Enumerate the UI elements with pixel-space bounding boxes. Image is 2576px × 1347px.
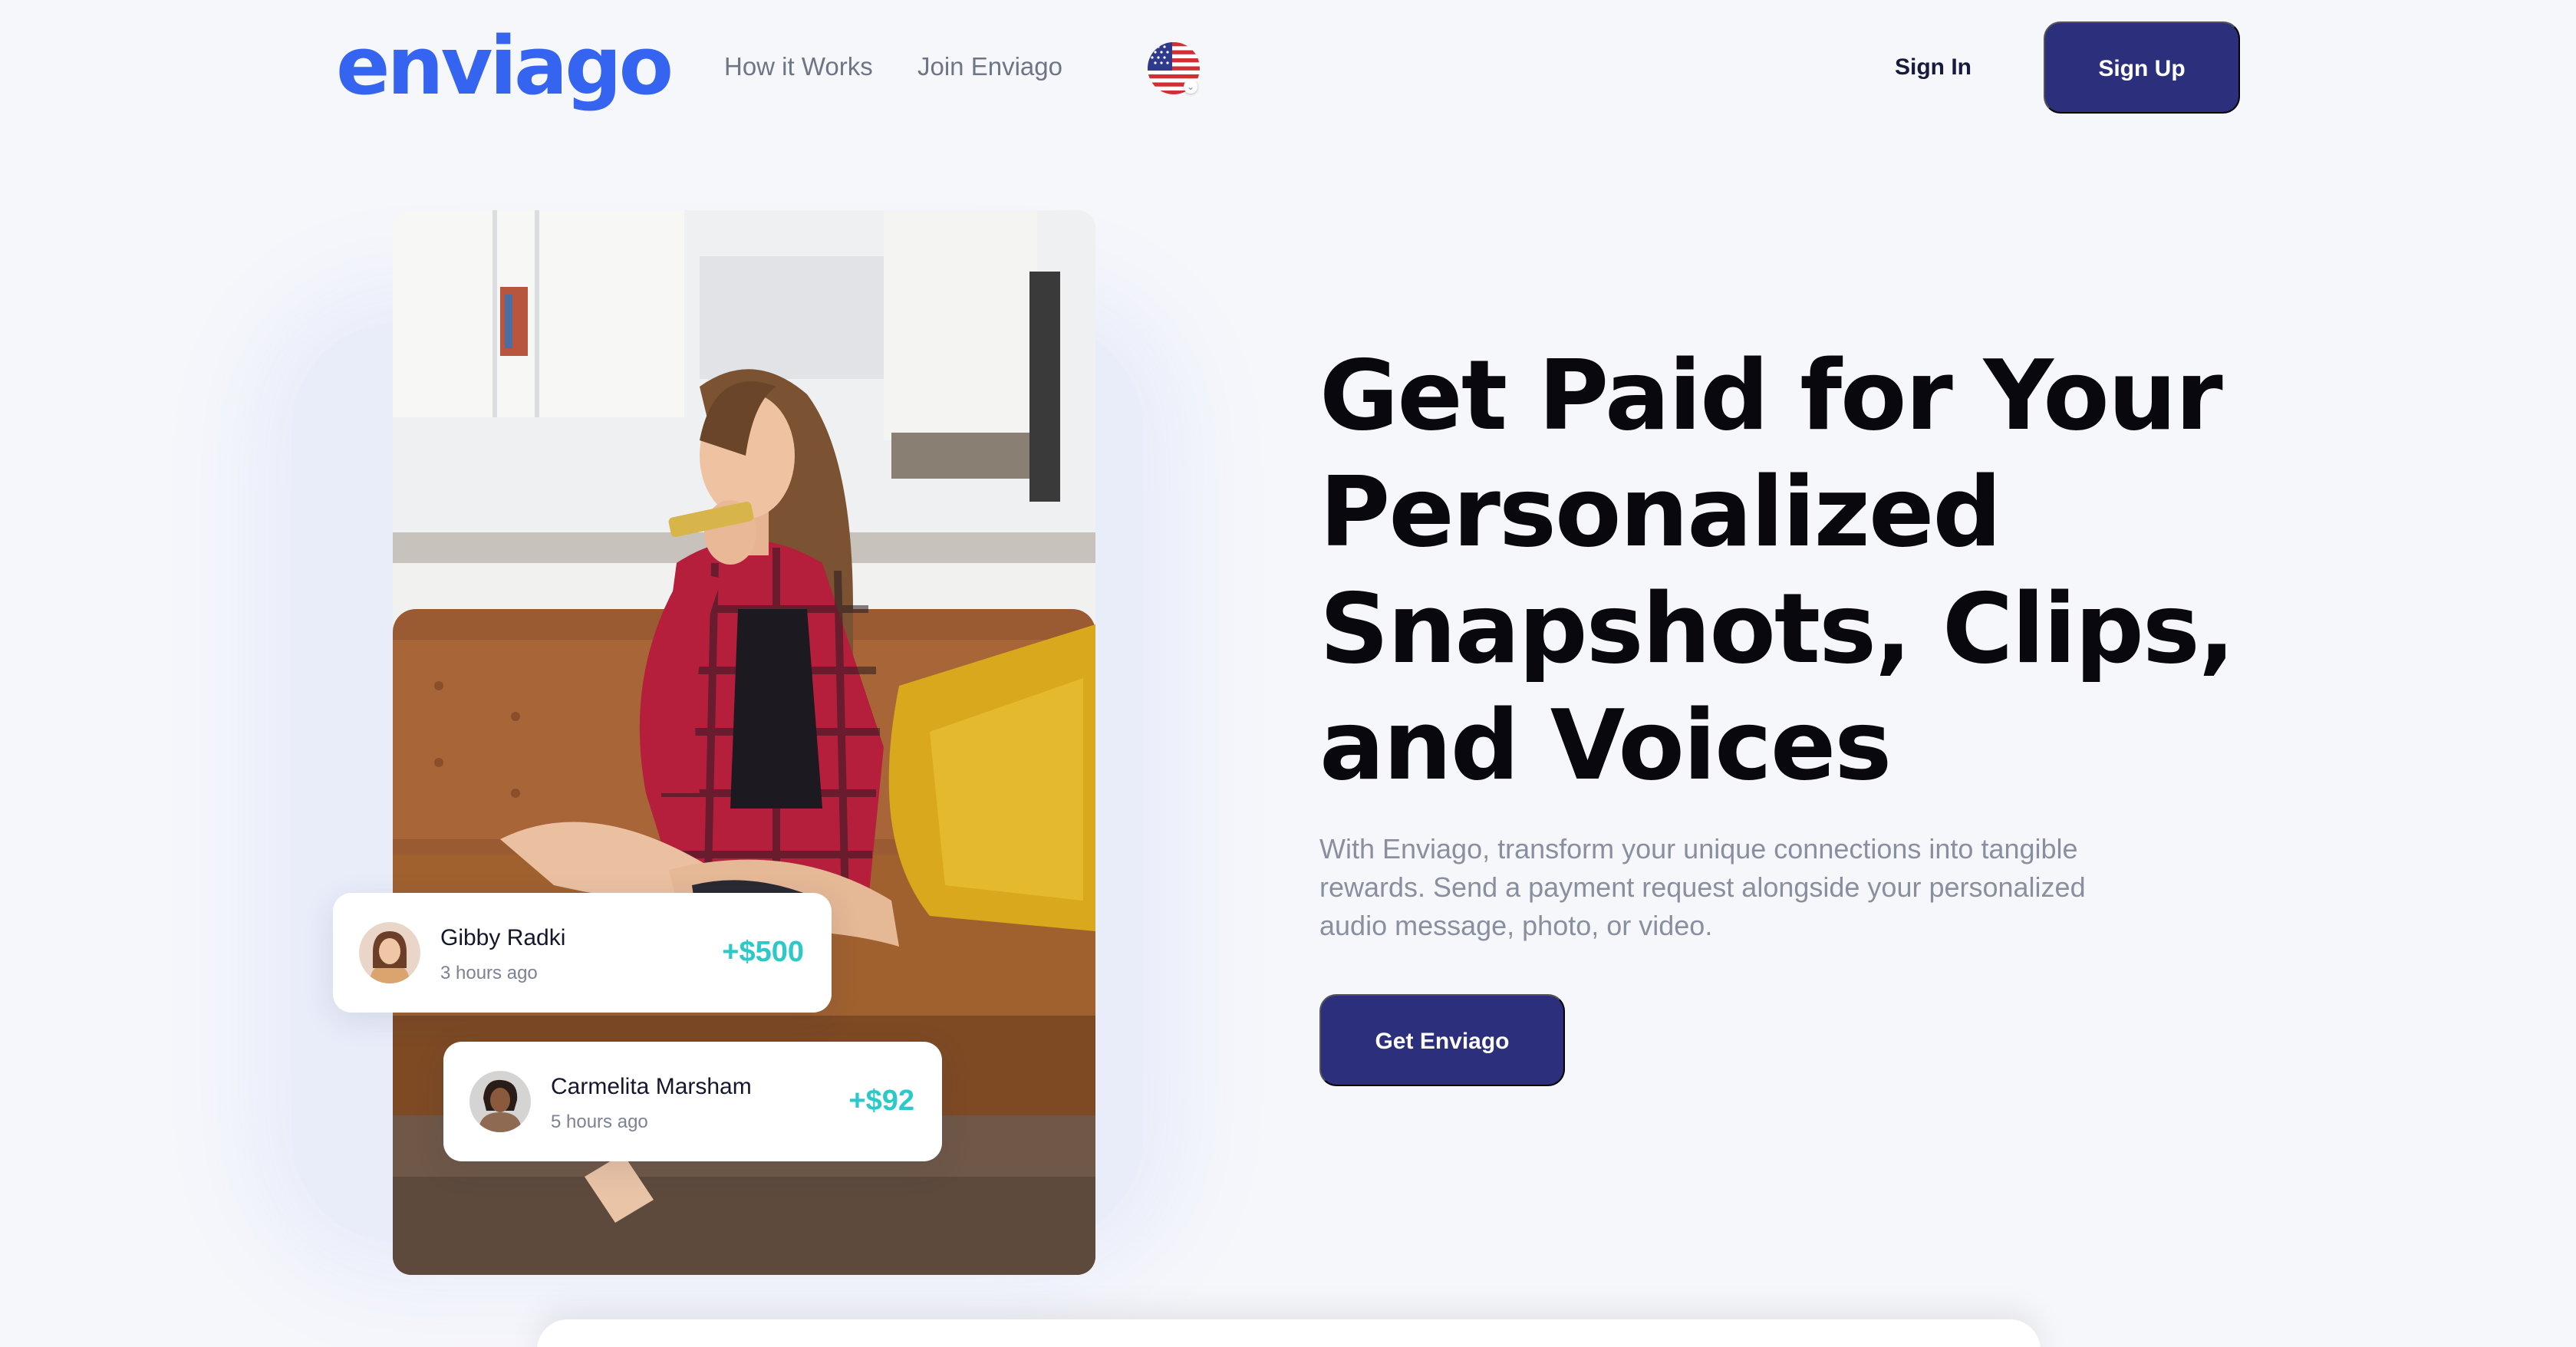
enviago-logo[interactable]: enviago (336, 17, 674, 115)
nav-join-enviago[interactable]: Join Enviago (917, 51, 1062, 83)
payment-card: Carmelita Marsham 5 hours ago +$92 (443, 1042, 942, 1161)
payment-time: 3 hours ago (440, 963, 538, 983)
sign-in-link[interactable]: Sign In (1856, 51, 2010, 84)
nav-how-it-works[interactable]: How it Works (724, 51, 873, 83)
avatar (359, 922, 420, 983)
hero-headline: Get Paid for Your Personalized Snapshots… (1319, 339, 2235, 802)
payment-card: Gibby Radki 3 hours ago +$500 (333, 893, 832, 1013)
payer-name: Gibby Radki (440, 925, 566, 950)
hero-subtext: With Enviago, transform your unique conn… (1319, 833, 2086, 941)
payment-time: 5 hours ago (551, 1112, 648, 1132)
payer-name: Carmelita Marsham (551, 1074, 752, 1099)
next-section-edge (537, 1319, 2041, 1347)
payment-amount: +$92 (848, 1085, 914, 1117)
sign-up-button[interactable]: Sign Up (2044, 21, 2240, 114)
get-enviago-button[interactable]: Get Enviago (1319, 994, 1565, 1086)
payment-amount: +$500 (722, 936, 804, 968)
landing-page: enviago How it Works Join Enviago ⌄ Sign… (0, 0, 2576, 1347)
avatar (469, 1071, 531, 1132)
chevron-down-icon[interactable]: ⌄ (1184, 80, 1197, 94)
